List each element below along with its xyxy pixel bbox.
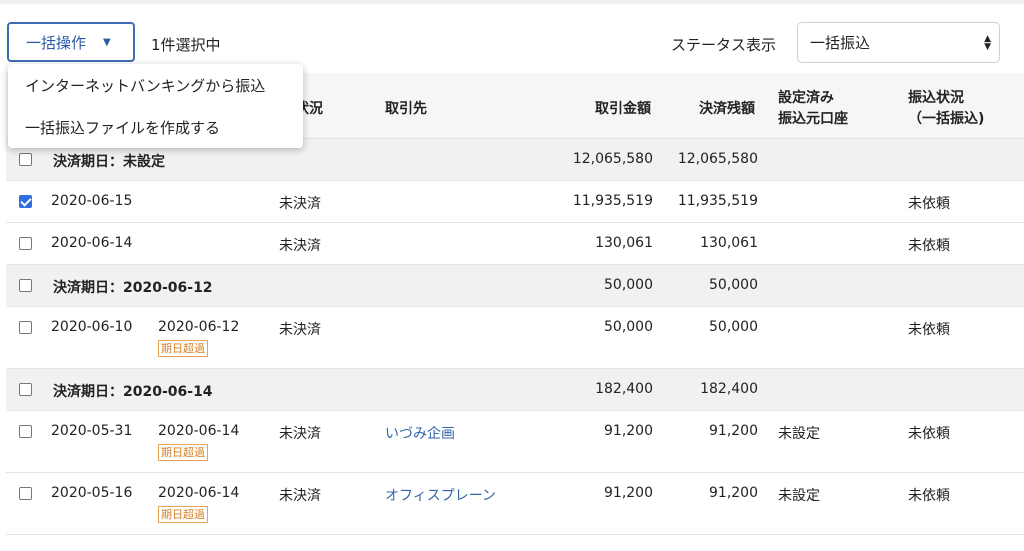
row-date: 2020-05-16 [51,485,133,501]
status-display-value: 一括振込 [810,34,871,52]
header-account-line2: 振込元口座 [778,111,848,127]
group-row: 決済期日：2020-06-12 50,000 50,000 [6,265,1024,307]
header-partner: 取引先 [385,101,427,117]
overdue-badge: 期日超過 [158,340,208,357]
row-due-date: 2020-06-14 [158,485,240,501]
menu-item-internet-banking[interactable]: インターネットバンキングから振込 [25,75,265,96]
status-display-label: ステータス表示 [671,36,777,54]
row-balance: 50,000 [709,319,758,335]
group-checkbox[interactable] [19,153,32,166]
row-balance: 130,061 [700,235,758,251]
group-amount: 50,000 [604,277,653,293]
row-balance: 11,935,519 [677,193,758,209]
group-checkbox[interactable] [19,279,32,292]
bulk-action-label: 一括操作 [26,33,87,52]
row-status: 未決済 [279,322,321,338]
selection-count: 1件選択中 [151,36,221,54]
row-due-date: 2020-06-14 [158,423,240,439]
group-balance: 50,000 [709,277,758,293]
row-checkbox[interactable] [19,237,32,250]
header-account-line1: 設定済み [778,90,834,106]
group-label: 決済期日：2020-06-12 [53,280,213,296]
row-date: 2020-06-15 [51,193,133,209]
row-status: 未決済 [279,488,321,504]
row-amount: 91,200 [604,423,653,439]
group-balance: 182,400 [700,381,758,397]
row-due-date: 2020-06-12 [158,319,240,335]
row-account: 未設定 [778,488,820,504]
table-row[interactable]: 2020-05-31 2020-06-14 期日超過 未決済 いづみ企画 91,200 91… [6,411,1024,473]
row-amount: 11,935,519 [572,193,653,209]
group-label: 決済期日：未設定 [53,154,165,170]
group-row: 決済期日：2020-06-14 182,400 182,400 [6,369,1024,411]
header-amount: 取引金額 [595,101,651,117]
row-transfer-status: 未依頼 [908,488,950,504]
row-checkbox[interactable] [19,425,32,438]
group-balance: 12,065,580 [677,151,758,167]
group-amount: 12,065,580 [572,151,653,167]
row-status: 未決済 [279,238,321,254]
row-amount: 50,000 [604,319,653,335]
header-transfer-line2: （一括振込) [908,111,985,127]
row-transfer-status: 未依頼 [908,238,950,254]
row-amount: 91,200 [604,485,653,501]
header-balance: 決済残額 [699,101,755,117]
row-balance: 91,200 [709,423,758,439]
group-checkbox[interactable] [19,383,32,396]
row-amount: 130,061 [595,235,653,251]
menu-item-create-file[interactable]: 一括振込ファイルを作成する [25,117,220,138]
row-partner-link[interactable]: いづみ企画 [385,423,455,443]
group-label: 決済期日：2020-06-14 [53,384,213,400]
row-date: 2020-06-10 [51,319,133,335]
bulk-action-button[interactable]: 一括操作 ▼ [7,22,135,62]
table-body: 決済期日：未設定 12,065,580 12,065,580 2020-06-15 未決… [6,139,1024,535]
row-date: 2020-05-31 [51,423,133,439]
row-account: 未設定 [778,426,820,442]
row-transfer-status: 未依頼 [908,426,950,442]
row-balance: 91,200 [709,485,758,501]
row-status: 未決済 [279,196,321,212]
select-arrows-icon: ▲ ▼ [984,34,991,52]
row-checkbox[interactable] [19,195,32,208]
row-checkbox[interactable] [19,321,32,334]
table-row[interactable]: 2020-06-15 未決済 11,935,519 11,935,519 未依頼 [6,181,1024,223]
row-status: 未決済 [279,426,321,442]
row-checkbox[interactable] [19,487,32,500]
row-date: 2020-06-14 [51,235,133,251]
table-row[interactable]: 2020-05-16 2020-06-14 期日超過 未決済 オフィスプレーン 91,20… [6,473,1024,535]
row-partner-link[interactable]: オフィスプレーン [385,485,496,505]
row-transfer-status: 未依頼 [908,322,950,338]
table-row[interactable]: 2020-06-10 2020-06-12 期日超過 未決済 50,000 50,000 未… [6,307,1024,369]
row-transfer-status: 未依頼 [908,196,950,212]
group-amount: 182,400 [595,381,653,397]
table-row[interactable]: 2020-06-14 未決済 130,061 130,061 未依頼 [6,223,1024,265]
header-transfer-line1: 振込状況 [908,90,964,106]
status-display-select[interactable]: 一括振込 ▲ ▼ [797,22,1000,63]
overdue-badge: 期日超過 [158,444,208,461]
overdue-badge: 期日超過 [158,506,208,523]
caret-down-icon: ▼ [103,36,111,48]
bulk-action-menu: インターネットバンキングから振込 一括振込ファイルを作成する [8,64,303,148]
top-divider [0,0,1024,4]
